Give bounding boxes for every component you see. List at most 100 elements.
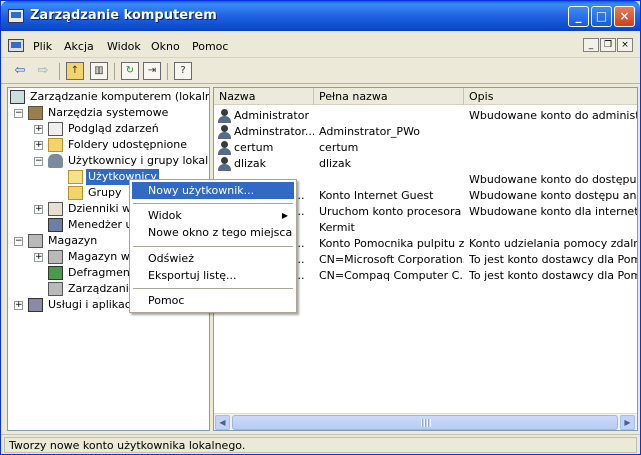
export-list-icon[interactable]: ⇥	[143, 62, 161, 80]
refresh-icon[interactable]: ↻	[121, 62, 139, 80]
status-text: Tworzy nowe konto użytkownika lokalnego.	[4, 437, 637, 453]
folder-icon	[68, 186, 83, 200]
cell-full-name: CN=Compaq Computer C...	[319, 269, 464, 282]
scroll-left-icon[interactable]: ◀	[215, 415, 230, 430]
tree-item-label: Defragment	[68, 266, 135, 279]
menu-item-view[interactable]: Widok ▶	[132, 207, 294, 224]
tree-item-label: Użytkownicy i grupy lokalne	[68, 154, 210, 167]
scroll-right-icon[interactable]: ▶	[620, 415, 635, 430]
scrollbar-grip-icon	[421, 419, 431, 427]
mdi-minimize-button[interactable]: _	[583, 38, 599, 52]
table-row[interactable]: dlizak dlizak	[214, 156, 637, 172]
user-icon	[217, 109, 232, 123]
list-header: Nazwa Pełna nazwa Opis	[214, 88, 637, 105]
cell-description: Wbudowane konto do administrowa	[469, 109, 637, 122]
toolbar-separator	[114, 63, 115, 80]
cell-name: ...	[294, 205, 305, 218]
cell-name: Administrator	[234, 109, 309, 122]
tree-item-label: Podgląd zdarzeń	[68, 122, 159, 135]
menu-file[interactable]: Plik	[33, 40, 52, 53]
table-row[interactable]: certum certum	[214, 140, 637, 156]
cell-name: ...	[294, 269, 305, 282]
storage-icon	[28, 234, 43, 248]
system-tools-icon	[28, 106, 43, 120]
mdi-close-button[interactable]: ×	[617, 38, 633, 52]
cell-name: dlizak	[234, 157, 266, 170]
tree-item-label: Foldery udostępnione	[68, 138, 187, 151]
collapse-icon[interactable]: −	[34, 157, 43, 166]
menu-separator	[133, 246, 293, 247]
menu-separator	[133, 203, 293, 204]
menu-view[interactable]: Widok	[107, 40, 141, 53]
table-row[interactable]: Administrator Wbudowane konto do adminis…	[214, 108, 637, 124]
column-header-name[interactable]: Nazwa	[214, 88, 314, 105]
forward-icon[interactable]: ⇨	[34, 62, 52, 80]
menu-item-label: Widok	[148, 209, 182, 222]
cell-full-name: dlizak	[319, 157, 351, 170]
table-row[interactable]: Adminstrator... Adminstrator_PWo	[214, 124, 637, 140]
tree-item-label: Narzędzia systemowe	[48, 106, 169, 119]
cell-description: Konto udzielania pomocy zdalnej	[469, 237, 637, 250]
column-header-description[interactable]: Opis	[464, 88, 637, 105]
minimize-button[interactable]: _	[568, 6, 589, 27]
menu-item-new-window[interactable]: Nowe okno z tego miejsca	[132, 224, 294, 241]
expand-icon[interactable]: +	[34, 141, 43, 150]
collapse-icon[interactable]: −	[14, 237, 23, 246]
cell-description: Wbudowane konto dostępu anonim	[469, 189, 637, 202]
collapse-icon[interactable]: −	[14, 109, 23, 118]
show-tree-icon[interactable]: ▥	[90, 62, 108, 80]
submenu-arrow-icon: ▶	[281, 211, 288, 220]
up-folder-icon[interactable]: ↑	[66, 62, 84, 80]
expand-icon[interactable]: +	[14, 301, 23, 310]
menu-window[interactable]: Okno	[151, 40, 180, 53]
cell-full-name: Adminstrator_PWo	[319, 125, 421, 138]
shared-folders-icon	[48, 138, 63, 152]
toolbar-separator	[167, 63, 168, 80]
user-icon	[217, 125, 232, 139]
cell-description: Wbudowane konto dla internetowy	[469, 205, 637, 218]
local-users-icon	[48, 154, 63, 168]
cell-full-name: Kermit	[319, 221, 355, 234]
title-bar[interactable]: Zarządzanie komputerem _ □ ×	[1, 1, 640, 31]
help-icon[interactable]: ?	[174, 62, 192, 80]
close-button[interactable]: ×	[614, 6, 635, 27]
menu-help[interactable]: Pomoc	[192, 40, 228, 53]
menu-item-new-user[interactable]: Nowy użytkownik...	[132, 182, 294, 199]
column-header-full-name[interactable]: Pełna nazwa	[314, 88, 464, 105]
cell-description: To jest konto dostawcy dla Pomocy	[469, 269, 637, 282]
cell-full-name: certum	[319, 141, 359, 154]
device-manager-icon	[48, 218, 63, 232]
computer-management-icon	[8, 9, 24, 23]
cell-full-name: Konto Pomocnika pulpitu z...	[319, 237, 464, 250]
menu-action[interactable]: Akcja	[64, 40, 94, 53]
removable-storage-icon	[48, 250, 63, 264]
back-icon[interactable]: ⇦	[11, 62, 29, 80]
menu-item-help[interactable]: Pomoc	[132, 292, 294, 309]
window-title: Zarządzanie komputerem	[30, 8, 217, 23]
cell-name: ...	[294, 253, 305, 266]
horizontal-scrollbar[interactable]: ◀ ▶	[214, 413, 637, 430]
status-bar: Tworzy nowe konto użytkownika lokalnego.	[1, 434, 640, 454]
system-menu-icon[interactable]	[8, 39, 24, 52]
tree-item-label: Grupy	[88, 186, 122, 199]
cell-name: ...	[294, 237, 305, 250]
folder-open-icon	[68, 170, 83, 184]
menu-item-refresh[interactable]: Odśwież	[132, 250, 294, 267]
context-menu: Nowy użytkownik... Widok ▶ Nowe okno z t…	[129, 179, 297, 313]
mdi-restore-button[interactable]: ❐	[600, 38, 616, 52]
maximize-button[interactable]: □	[591, 6, 612, 27]
computer-management-window: Zarządzanie komputerem _ □ × Plik Akcja …	[0, 0, 641, 455]
computer-management-icon	[10, 90, 25, 104]
menu-item-export-list[interactable]: Eksportuj listę...	[132, 267, 294, 284]
tree-item-label: Zarządzanie	[68, 282, 136, 295]
menu-bar: Plik Akcja Widok Okno Pomoc _ ❐ ×	[1, 31, 640, 58]
expand-icon[interactable]: +	[34, 205, 43, 214]
expand-icon[interactable]: +	[34, 253, 43, 262]
expand-icon[interactable]: +	[34, 125, 43, 134]
performance-logs-icon	[48, 202, 63, 216]
cell-name: certum	[234, 141, 274, 154]
cell-description: To jest konto dostawcy dla Pomocy	[469, 253, 637, 266]
scrollbar-thumb[interactable]	[232, 415, 618, 430]
cell-full-name: Konto Internet Guest	[319, 189, 434, 202]
event-viewer-icon	[48, 122, 63, 136]
